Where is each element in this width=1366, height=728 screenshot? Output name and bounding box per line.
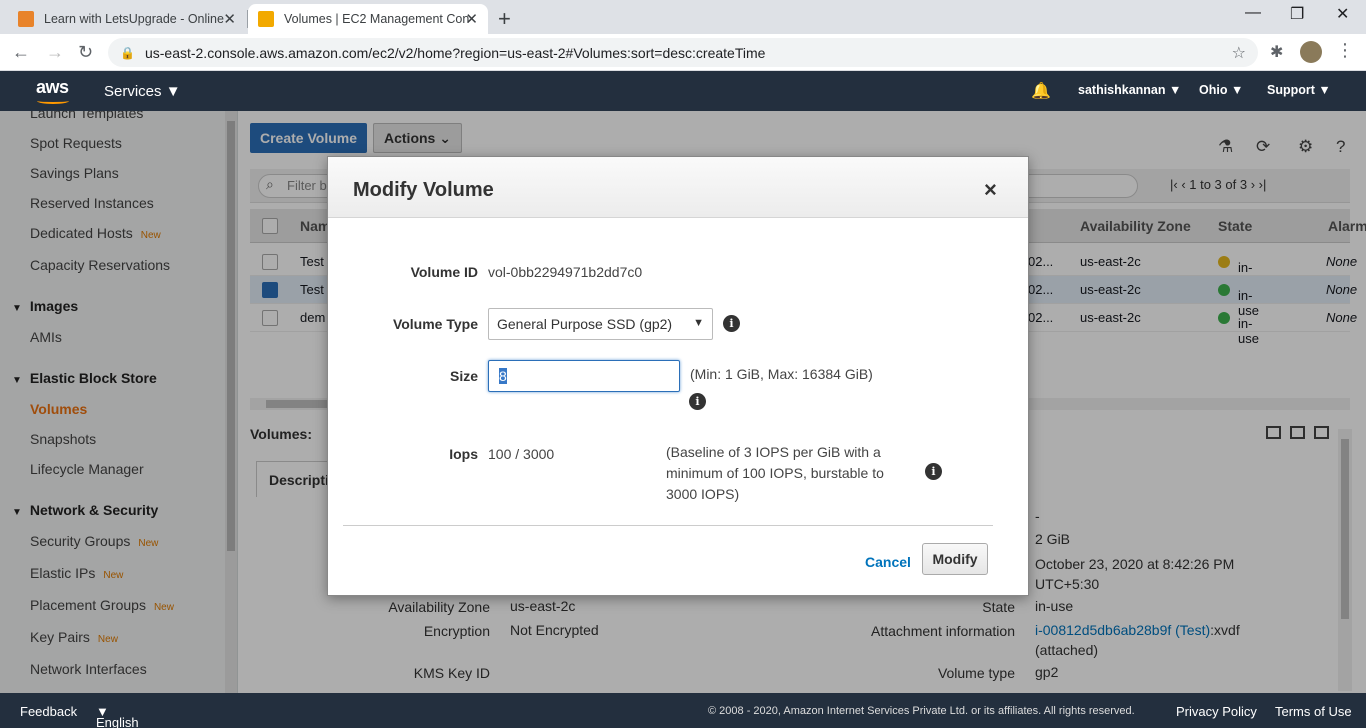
close-icon[interactable]: × <box>984 177 997 203</box>
aws-favicon-icon <box>258 11 274 27</box>
bookmark-star-icon[interactable]: ☆ <box>1232 43 1246 63</box>
maximize-icon[interactable]: ❐ <box>1290 4 1304 24</box>
feedback-link[interactable]: Feedback <box>20 704 77 719</box>
window-close-icon[interactable]: ✕ <box>1336 4 1349 24</box>
dialog-header: Modify Volume × <box>328 157 1028 218</box>
modify-button[interactable]: Modify <box>922 543 988 575</box>
copyright-text: © 2008 - 2020, Amazon Internet Services … <box>708 705 1135 717</box>
dialog-title: Modify Volume <box>353 179 494 201</box>
chevron-down-icon: ▼ <box>693 317 704 329</box>
tab-title: Volumes | EC2 Management Con <box>284 12 470 26</box>
extensions-icon[interactable]: ✱ <box>1270 42 1283 62</box>
volume-id-value: vol-0bb2294971b2dd7c0 <box>488 264 643 280</box>
browser-menu-icon[interactable]: ⋮ <box>1336 40 1354 61</box>
iops-value: 100 / 3000 <box>488 446 555 462</box>
url-field[interactable]: 🔒 us-east-2.console.aws.amazon.com/ec2/v… <box>108 38 1258 67</box>
back-icon[interactable]: ← <box>12 42 30 63</box>
browser-tab-bar: Learn with LetsUpgrade - Online ✕ Volume… <box>0 0 1366 34</box>
support-menu[interactable]: Support ▼ <box>1267 83 1331 97</box>
volume-type-label: Volume Type <box>392 316 478 332</box>
url-text: us-east-2.console.aws.amazon.com/ec2/v2/… <box>144 44 766 61</box>
browser-tab-ec2[interactable]: Volumes | EC2 Management Con ✕ <box>248 4 488 34</box>
terms-of-use-link[interactable]: Terms of Use <box>1275 704 1352 719</box>
size-hint: (Min: 1 GiB, Max: 16384 GiB) <box>690 366 873 382</box>
aws-logo-smile-icon <box>37 98 69 104</box>
address-bar-row: ← → ↻ 🔒 us-east-2.console.aws.amazon.com… <box>0 34 1366 71</box>
notifications-bell-icon[interactable]: 🔔 <box>1031 81 1051 101</box>
reload-icon[interactable]: ↻ <box>78 42 93 63</box>
volume-type-select[interactable]: General Purpose SSD (gp2) ▼ <box>488 308 713 340</box>
new-tab-icon[interactable]: + <box>498 6 511 32</box>
volume-id-label: Volume ID <box>410 264 478 280</box>
iops-note: (Baseline of 3 IOPS per GiB with a minim… <box>666 444 884 502</box>
info-icon[interactable]: i <box>723 315 740 332</box>
dialog-divider <box>343 525 993 526</box>
lock-icon: 🔒 <box>120 45 135 60</box>
size-input[interactable]: 8 <box>488 360 680 392</box>
cancel-button[interactable]: Cancel <box>865 554 911 570</box>
privacy-policy-link[interactable]: Privacy Policy <box>1176 704 1257 719</box>
aws-logo[interactable]: aws <box>36 77 69 98</box>
info-icon[interactable]: i <box>689 393 706 410</box>
size-label: Size <box>449 368 478 384</box>
account-menu[interactable]: sathishkannan ▼ <box>1078 83 1181 97</box>
region-menu[interactable]: Ohio ▼ <box>1199 83 1243 97</box>
browser-tab-letsupgrade[interactable]: Learn with LetsUpgrade - Online ✕ <box>8 4 246 34</box>
tab-close-icon[interactable]: ✕ <box>223 10 236 28</box>
services-menu[interactable]: Services ▼ <box>104 83 181 100</box>
aws-footer: Feedback English (US) ▼ © 2008 - 2020, A… <box>0 693 1366 728</box>
tab-close-icon[interactable]: ✕ <box>465 10 478 28</box>
forward-icon[interactable]: → <box>46 42 64 63</box>
modify-volume-dialog: Modify Volume × Volume ID vol-0bb2294971… <box>327 156 1029 596</box>
language-selector[interactable]: English (US) ▼ <box>96 704 139 728</box>
iops-label: Iops <box>449 446 478 462</box>
letsupgrade-favicon-icon <box>18 11 34 27</box>
tab-title: Learn with LetsUpgrade - Online <box>44 12 224 26</box>
info-icon[interactable]: i <box>925 463 942 480</box>
profile-avatar[interactable] <box>1300 41 1322 63</box>
minimize-icon[interactable]: — <box>1245 4 1261 22</box>
aws-top-nav: aws Services ▼ 🔔 sathishkannan ▼ Ohio ▼ … <box>0 71 1366 111</box>
